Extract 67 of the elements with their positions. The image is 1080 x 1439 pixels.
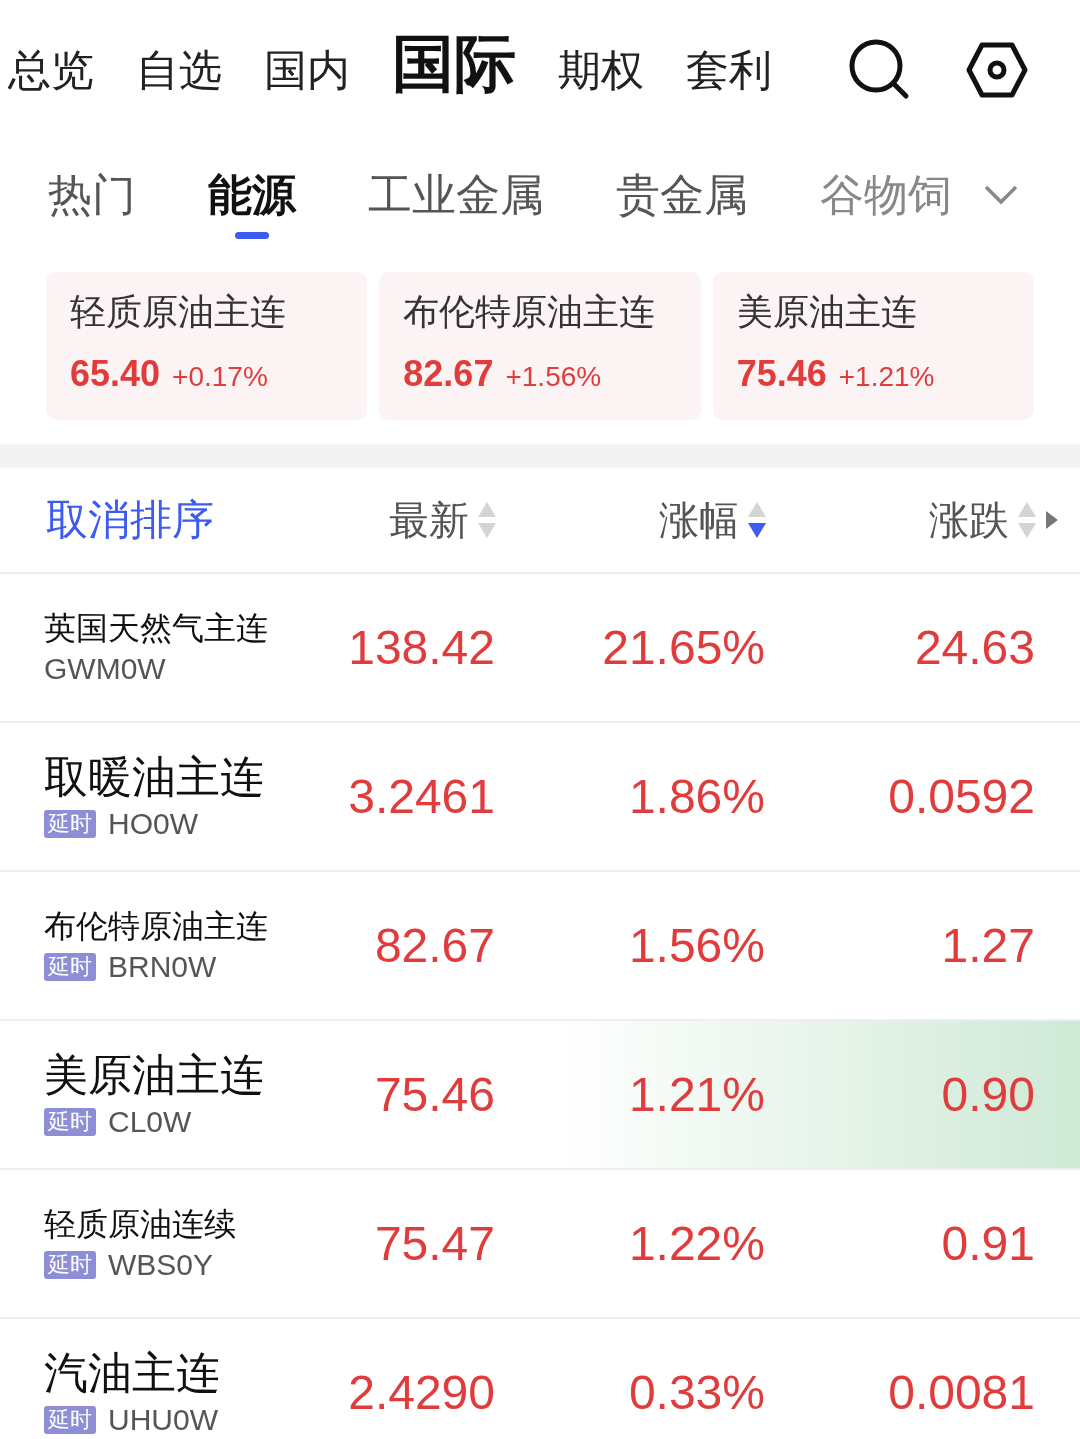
card-change: +1.56% [505,363,602,391]
change-value: 0.90 [940,1070,1035,1119]
change-percent: 1.56% [627,921,765,970]
card-price: 75.46 [736,356,827,392]
latest-price: 3.2461 [347,772,495,821]
contract-code: WBS0Y [108,1249,214,1280]
delay-tag: 延时 [44,809,96,838]
change-percent: 21.65% [601,623,765,672]
play-icon[interactable] [1045,510,1059,530]
reset-sort-button[interactable]: 取消排序 [46,499,302,541]
contract-code: BRN0W [108,951,217,982]
latest-price: 2.4290 [347,1368,495,1417]
category-tab[interactable]: 工业金属 [368,173,544,217]
card-change: +0.17% [172,363,268,391]
card-title: 布伦特原油主连 [403,294,657,330]
change-percent: 0.33% [627,1368,765,1417]
delay-tag: 延时 [44,952,96,981]
market-tab[interactable]: 国内 [264,48,350,92]
contract-name: 英国天然气主连 [44,611,269,644]
change-value: 24.63 [913,623,1035,672]
change-value: 0.0592 [887,772,1035,821]
contract-name: 取暖油主连 [44,754,265,799]
latest-price: 82.67 [373,921,495,970]
change-percent: 1.21% [627,1070,765,1119]
contract-name: 轻质原油连续 [44,1207,237,1240]
card-title: 美原油主连 [736,294,918,330]
column-header[interactable]: 涨跌 [929,500,1009,540]
category-tab[interactable]: 贵金属 [616,173,748,217]
contract-name: 美原油主连 [44,1052,265,1097]
delay-tag: 延时 [44,1405,96,1434]
change-value: 1.27 [940,921,1035,970]
latest-price: 75.47 [373,1219,495,1268]
change-value: 0.0081 [887,1368,1035,1417]
quote-card[interactable]: 轻质原油主连 65.40 +0.17% [46,272,368,420]
contract-name: 汽油主连 [44,1350,221,1395]
change-percent: 1.86% [627,772,765,821]
contract-name: 布伦特原油主连 [44,909,269,942]
contract-code: UHU0W [108,1404,218,1435]
settings-icon[interactable] [966,42,1028,98]
market-tab[interactable]: 自选 [136,48,222,92]
active-tab-indicator [235,232,269,239]
delay-tag: 延时 [44,1250,96,1279]
contract-code: GWM0W [44,653,166,684]
quote-row[interactable]: 美原油主连 延时 CL0W 75.46 1.21% 0.90 [0,1021,1080,1170]
delay-tag: 延时 [44,1107,96,1136]
change-value: 0.91 [940,1219,1035,1268]
card-price: 65.40 [70,356,161,392]
market-tab[interactable]: 总览 [8,48,94,92]
card-title: 轻质原油主连 [70,294,287,330]
category-tab[interactable]: 热门 [48,173,136,217]
category-tab[interactable]: 谷物饲 [820,173,952,217]
chevron-down-icon[interactable] [984,185,1018,205]
card-price: 82.67 [403,356,494,392]
latest-price: 75.46 [373,1070,495,1119]
quote-card[interactable]: 布伦特原油主连 82.67 +1.56% [379,272,701,420]
contract-code: CL0W [108,1106,192,1137]
card-change: +1.21% [838,363,935,391]
market-tab[interactable]: 套利 [686,48,772,92]
contract-code: HO0W [108,808,198,839]
market-tab[interactable]: 期权 [558,48,644,92]
latest-price: 138.42 [347,623,495,672]
quote-card[interactable]: 美原油主连 75.46 +1.21% [712,272,1034,420]
category-tab[interactable]: 能源 [208,173,296,217]
change-percent: 1.22% [627,1219,765,1268]
column-header[interactable]: 最新 [389,500,469,540]
column-header[interactable]: 涨幅 [659,500,739,540]
market-tab[interactable]: 国际 [392,33,516,95]
